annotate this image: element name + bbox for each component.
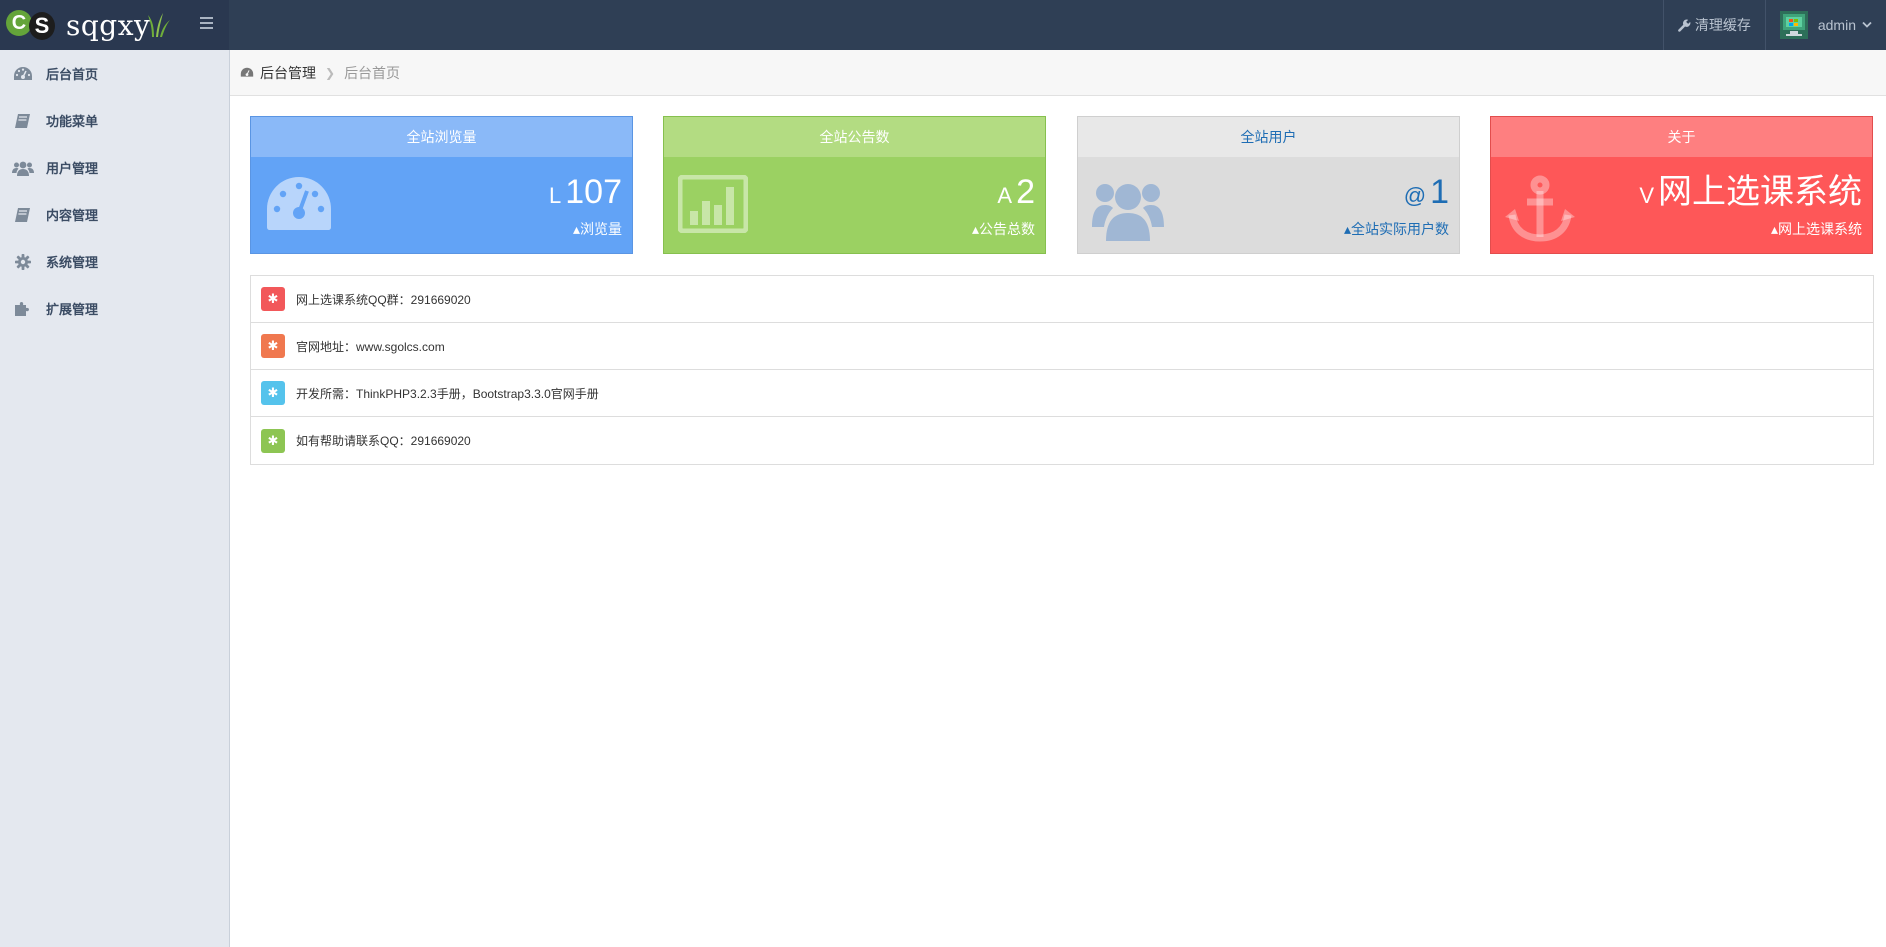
- list-item: ✱ 网上选课系统QQ群：291669020: [251, 276, 1873, 323]
- stat-prefix: @: [1403, 183, 1427, 208]
- list-item: ✱ 官网地址：www.sgolcs.com: [251, 323, 1873, 370]
- stat-box-notices: 全站公告数 A2 ▴公告总数: [663, 116, 1046, 254]
- breadcrumb-root[interactable]: 后台管理: [260, 63, 316, 83]
- dashboard-icon: [267, 177, 331, 230]
- chevron-right-icon: ❯: [325, 65, 336, 80]
- stat-prefix: L: [549, 183, 562, 208]
- book-icon: [12, 207, 34, 223]
- list-item-text: 官网地址：www.sgolcs.com: [296, 339, 445, 354]
- asterisk-icon: ✱: [261, 287, 285, 311]
- stat-subtitle: ▴全站实际用户数: [1344, 219, 1449, 239]
- sidebar-item-label: 内容管理: [46, 208, 99, 223]
- sidebar-item-label: 扩展管理: [46, 302, 99, 317]
- clear-cache-button[interactable]: 清理缓存: [1662, 0, 1765, 50]
- caret-up-icon: ▴: [971, 221, 979, 237]
- stat-title: 全站用户: [1078, 117, 1459, 157]
- stat-title: 关于: [1491, 117, 1872, 157]
- stat-title: 全站浏览量: [251, 117, 632, 157]
- caret-up-icon: ▴: [572, 221, 580, 237]
- sidebar: 后台首页 功能菜单 用户管理 内容管理 系统管理 扩展管理: [0, 50, 230, 947]
- brand[interactable]: C S sqgxy: [0, 0, 229, 50]
- stat-subtitle: ▴浏览量: [573, 219, 622, 239]
- list-item-text: 网上选课系统QQ群：291669020: [296, 292, 471, 307]
- sidebar-item-label: 后台首页: [46, 67, 99, 82]
- wrench-icon: [1677, 19, 1691, 32]
- sidebar-item-label: 用户管理: [46, 161, 99, 176]
- stat-subtitle-text: 网上选课系统: [1778, 221, 1862, 237]
- stat-value: V 网上选课系统: [1639, 173, 1862, 215]
- stat-subtitle-text: 公告总数: [979, 221, 1035, 237]
- stat-number: 1: [1430, 173, 1449, 211]
- top-navbar: C S sqgxy 清理缓存 admin: [0, 0, 1886, 50]
- stat-subtitle: ▴公告总数: [972, 219, 1035, 239]
- sidebar-item-function-menu[interactable]: 功能菜单: [0, 97, 229, 144]
- stat-value: @1: [1404, 173, 1449, 215]
- stat-value: A2: [997, 173, 1035, 215]
- list-item-text: 如有帮助请联系QQ：291669020: [296, 434, 471, 448]
- breadcrumb-current: 后台首页: [344, 64, 401, 81]
- stat-box-users: 全站用户 @1 ▴全站实际用户数: [1077, 116, 1460, 254]
- list-item: ✱ 开发所需：ThinkPHP3.2.3手册，Bootstrap3.3.0官网手…: [251, 370, 1873, 417]
- sidebar-item-extension-management[interactable]: 扩展管理: [0, 285, 229, 332]
- users-icon: [1092, 184, 1164, 241]
- user-name: admin: [1817, 17, 1856, 33]
- breadcrumb: 后台管理 ❯ 后台首页: [230, 50, 1886, 96]
- stat-subtitle-text: 浏览量: [580, 221, 622, 237]
- users-icon: [12, 160, 34, 176]
- stat-prefix: A: [997, 183, 1013, 208]
- puzzle-icon: [12, 301, 34, 317]
- stat-subtitle-text: 全站实际用户数: [1351, 221, 1449, 237]
- stat-number: 107: [565, 173, 622, 211]
- book-icon: [12, 113, 34, 129]
- dashboard-icon: [240, 67, 254, 77]
- stat-subtitle: ▴网上选课系统: [1771, 219, 1862, 239]
- stat-prefix: V: [1639, 183, 1654, 208]
- caret-up-icon: ▴: [1770, 221, 1778, 237]
- sidebar-item-system-management[interactable]: 系统管理: [0, 238, 229, 285]
- user-menu[interactable]: admin: [1764, 0, 1886, 50]
- asterisk-icon: ✱: [261, 428, 285, 453]
- gear-icon: [12, 253, 34, 270]
- avatar: [1779, 11, 1808, 39]
- stat-value: L 107: [549, 173, 622, 215]
- anchor-icon: [1505, 175, 1575, 242]
- list-item-text: 开发所需：ThinkPHP3.2.3手册，Bootstrap3.3.0官网手册: [296, 386, 599, 401]
- sidebar-item-dashboard[interactable]: 后台首页: [0, 50, 229, 97]
- clear-cache-label: 清理缓存: [1694, 17, 1751, 33]
- sidebar-item-label: 系统管理: [46, 255, 99, 270]
- stat-box-about: 关于 V 网上选课系统 ▴网上选课系统: [1490, 116, 1873, 254]
- sidebar-item-content-management[interactable]: 内容管理: [0, 191, 229, 238]
- logo-c: C: [6, 10, 32, 36]
- info-list: ✱ 网上选课系统QQ群：291669020 ✱ 官网地址：www.sgolcs.…: [250, 275, 1874, 465]
- stat-box-pageviews: 全站浏览量 L 107 ▴浏览量: [250, 116, 633, 254]
- asterisk-icon: ✱: [261, 381, 285, 405]
- caret-up-icon: ▴: [1343, 221, 1351, 237]
- sidebar-item-user-management[interactable]: 用户管理: [0, 144, 229, 191]
- stat-number: 网上选课系统: [1658, 173, 1862, 211]
- dashboard-icon: [12, 66, 34, 82]
- stat-title: 全站公告数: [664, 117, 1045, 157]
- grass-icon: [148, 13, 170, 37]
- list-item: ✱ 如有帮助请联系QQ：291669020: [251, 417, 1873, 464]
- sidebar-item-label: 功能菜单: [46, 114, 99, 129]
- logo-s: S: [29, 12, 55, 40]
- menu-toggle-icon[interactable]: [200, 14, 218, 36]
- chevron-down-icon: [1862, 21, 1872, 28]
- stat-number: 2: [1016, 173, 1035, 211]
- brand-name: sqgxy: [66, 9, 151, 42]
- asterisk-icon: ✱: [261, 334, 285, 358]
- bar-chart-icon: [678, 175, 748, 233]
